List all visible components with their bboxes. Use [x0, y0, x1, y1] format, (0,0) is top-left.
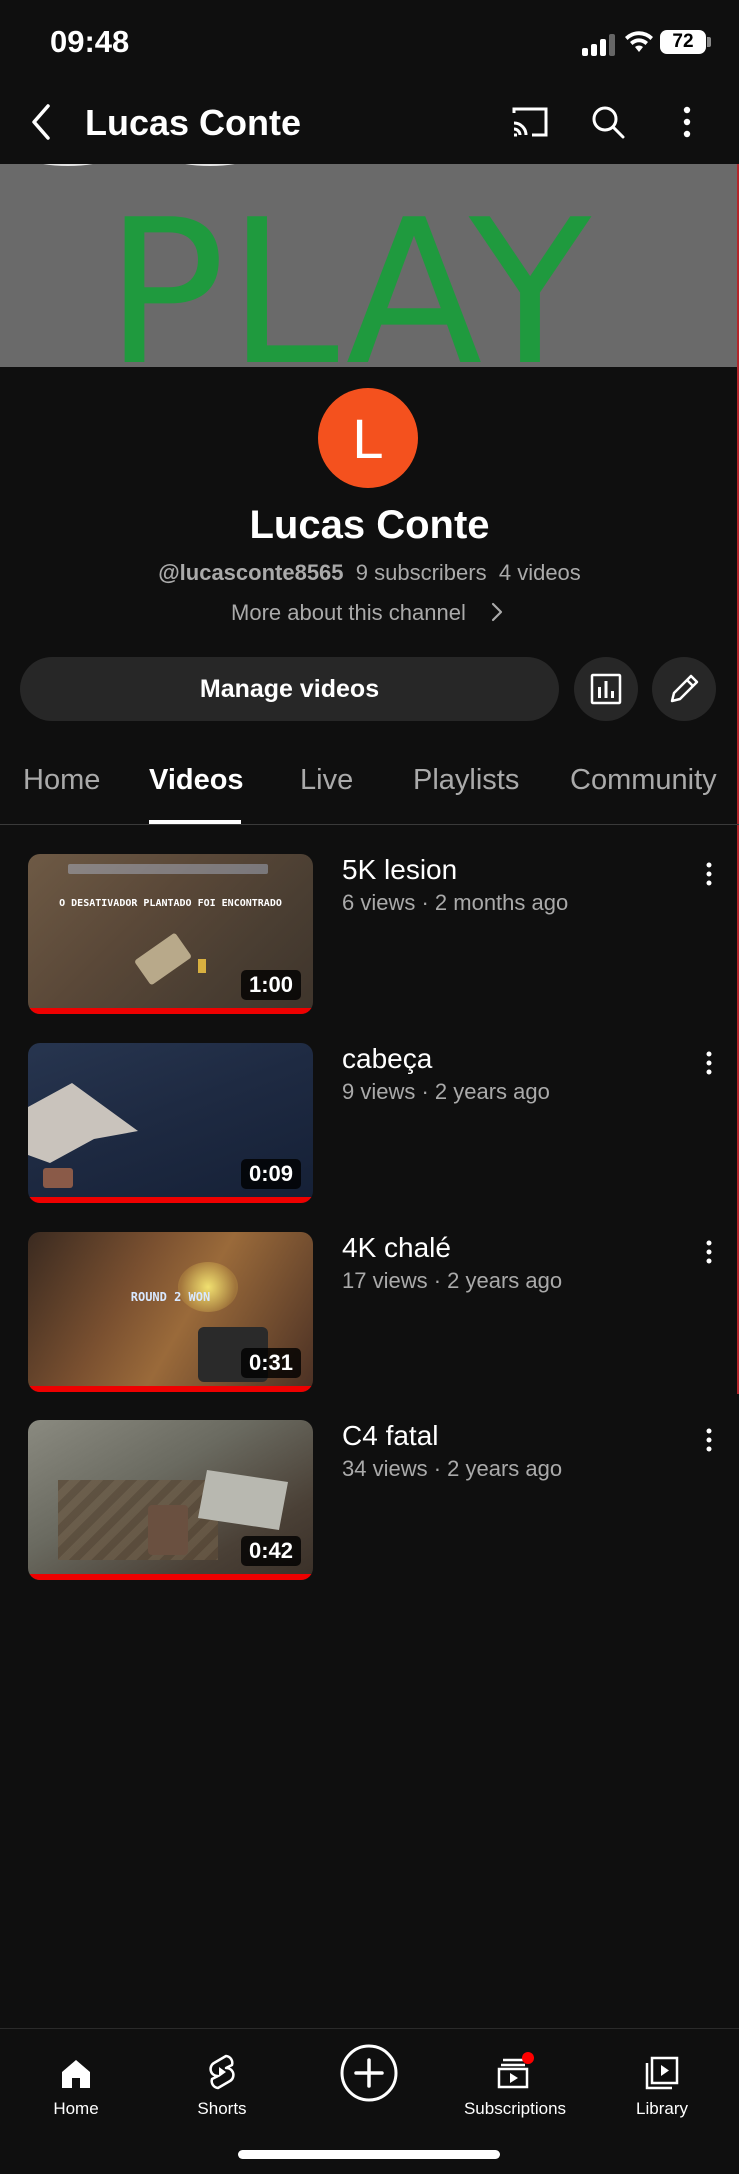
watch-progress-bar	[28, 1197, 313, 1203]
more-vert-icon	[706, 1051, 712, 1075]
subscriber-count: 9 subscribers	[355, 560, 487, 585]
video-thumbnail[interactable]: O DESATIVADOR PLANTADO FOI ENCONTRADO 1:…	[28, 854, 313, 1014]
back-button[interactable]	[20, 100, 64, 144]
channel-handle: @lucasconte8565	[158, 560, 344, 585]
video-more-button[interactable]	[694, 856, 724, 892]
more-options-button[interactable]	[663, 98, 711, 146]
pencil-icon	[670, 674, 699, 703]
active-tab-indicator	[149, 820, 241, 824]
cast-icon	[512, 107, 548, 137]
video-count: 4 videos	[498, 560, 581, 585]
nav-library-label: Library	[636, 2099, 688, 2118]
video-thumbnail[interactable]: 0:09	[28, 1043, 313, 1203]
banner-text: PLAY	[105, 177, 594, 368]
status-bar: 09:48 72	[0, 0, 739, 80]
tab-community[interactable]: Community	[570, 764, 717, 797]
video-meta: 34 views · 2 years ago	[342, 1456, 563, 1481]
video-meta: 17 views · 2 years ago	[342, 1268, 563, 1293]
video-title[interactable]: 5K lesion	[342, 854, 457, 886]
status-time: 09:48	[50, 24, 130, 59]
cellular-signal-icon	[582, 34, 616, 56]
more-vert-icon	[706, 862, 712, 886]
watch-progress-bar	[28, 1008, 313, 1014]
tab-live[interactable]: Live	[300, 764, 353, 797]
nav-subscriptions-label: Subscriptions	[463, 2099, 567, 2118]
watch-progress-bar	[28, 1574, 313, 1580]
video-list-item[interactable]: O DESATIVADOR PLANTADO FOI ENCONTRADO 1:…	[0, 854, 739, 1024]
subscriptions-icon	[497, 2052, 534, 2089]
shorts-icon	[209, 2054, 235, 2090]
nav-library[interactable]: Library	[592, 2041, 732, 2119]
watch-progress-bar	[28, 1386, 313, 1392]
more-vert-icon	[706, 1428, 712, 1452]
tab-videos[interactable]: Videos	[149, 764, 244, 797]
video-title[interactable]: cabeça	[342, 1043, 432, 1075]
tab-home[interactable]: Home	[23, 764, 100, 797]
more-vert-icon	[706, 1240, 712, 1264]
analytics-icon	[590, 673, 622, 705]
channel-banner: PLAY	[0, 164, 739, 367]
banner-letters-top	[43, 164, 235, 166]
video-thumbnail[interactable]: ROUND 2 WON 0:31	[28, 1232, 313, 1392]
video-meta: 6 views · 2 months ago	[342, 890, 569, 915]
battery-nub	[707, 37, 711, 47]
more-about-label: More about this channel	[231, 600, 466, 625]
home-icon	[62, 2060, 90, 2088]
chevron-right-icon	[491, 602, 503, 622]
video-list-item[interactable]: 0:09 cabeça 9 views · 2 years ago	[0, 1043, 739, 1213]
video-list-item[interactable]: 0:42 C4 fatal 34 views · 2 years ago	[0, 1420, 739, 1590]
video-duration: 1:00	[240, 970, 301, 1000]
create-icon	[340, 2044, 398, 2102]
video-duration: 0:31	[240, 1348, 301, 1378]
manage-videos-button[interactable]: Manage videos	[20, 657, 559, 721]
video-title[interactable]: C4 fatal	[342, 1420, 439, 1452]
video-more-button[interactable]	[694, 1422, 724, 1458]
more-vert-icon	[683, 106, 691, 138]
nav-create[interactable]	[299, 2041, 439, 2105]
video-more-button[interactable]	[694, 1045, 724, 1081]
thumbnail-overlay-text: ROUND 2 WON	[130, 1290, 211, 1304]
nav-home[interactable]: Home	[6, 2041, 146, 2119]
app-bar-title: Lucas Conte	[85, 102, 302, 143]
nav-home-label: Home	[53, 2099, 99, 2118]
channel-avatar[interactable]: L	[318, 388, 418, 488]
video-more-button[interactable]	[694, 1234, 724, 1270]
video-list-item[interactable]: ROUND 2 WON 0:31 4K chalé 17 views · 2 y…	[0, 1232, 739, 1402]
app-bar: Lucas Conte	[0, 80, 739, 164]
back-icon	[32, 104, 50, 140]
analytics-button[interactable]	[574, 657, 638, 721]
channel-name: Lucas Conte	[249, 503, 490, 547]
edit-channel-button[interactable]	[652, 657, 716, 721]
battery-icon: 72	[660, 30, 706, 54]
channel-tabs: Home Videos Live Playlists Community	[0, 740, 739, 825]
search-button[interactable]	[584, 98, 632, 146]
more-about-link[interactable]: More about this channel	[0, 600, 739, 626]
video-title[interactable]: 4K chalé	[342, 1232, 451, 1264]
video-duration: 0:42	[240, 1536, 301, 1566]
video-meta: 9 views · 2 years ago	[342, 1079, 550, 1104]
channel-meta: @lucasconte8565 9 subscribers 4 videos	[0, 560, 739, 586]
wifi-icon	[625, 31, 653, 52]
tab-playlists[interactable]: Playlists	[413, 764, 519, 797]
nav-subscriptions[interactable]: Subscriptions	[445, 2041, 585, 2119]
home-indicator	[238, 2150, 500, 2159]
library-icon	[645, 2056, 679, 2090]
thumbnail-overlay-text: O DESATIVADOR PLANTADO FOI ENCONTRADO	[59, 898, 282, 909]
video-thumbnail[interactable]: 0:42	[28, 1420, 313, 1580]
cast-button[interactable]	[506, 98, 554, 146]
video-duration: 0:09	[240, 1159, 301, 1189]
search-icon	[592, 106, 625, 139]
nav-shorts[interactable]: Shorts	[152, 2041, 292, 2119]
nav-shorts-label: Shorts	[197, 2099, 247, 2118]
